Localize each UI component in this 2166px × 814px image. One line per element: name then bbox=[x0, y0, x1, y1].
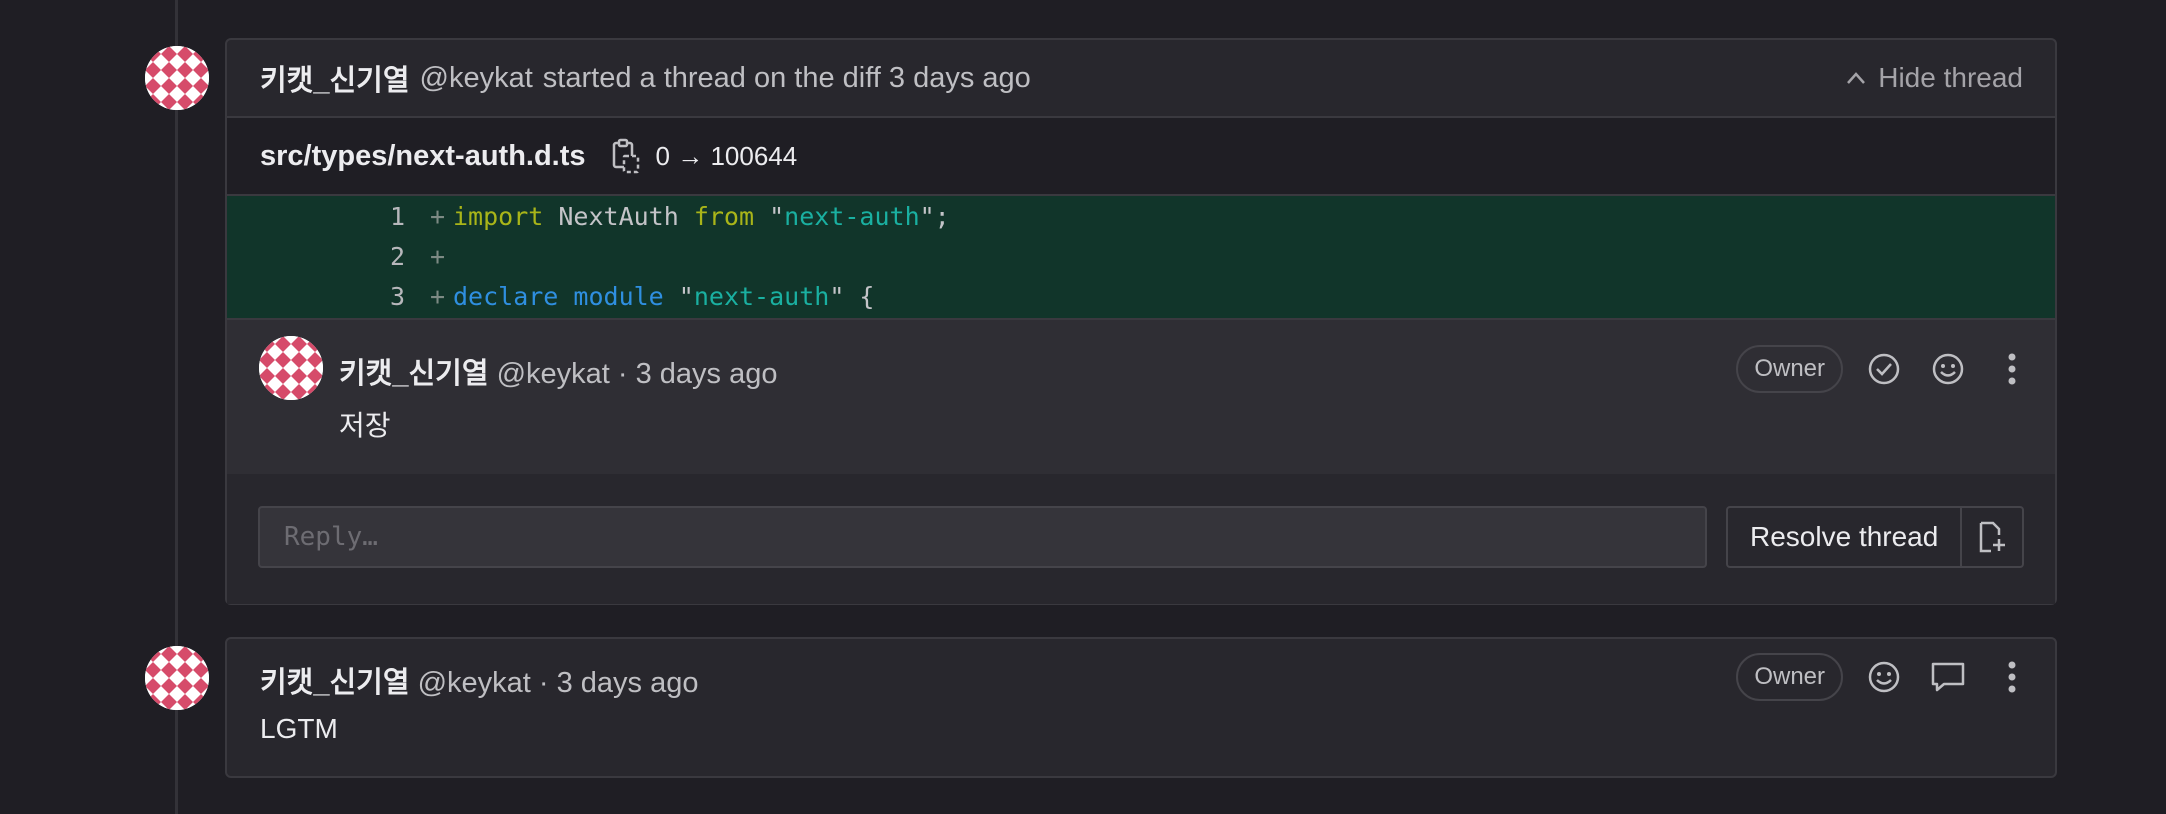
copy-path-icon[interactable] bbox=[610, 138, 640, 174]
comment-body: LGTM bbox=[260, 713, 338, 744]
file-path[interactable]: src/types/next-auth.d.ts bbox=[260, 140, 586, 173]
diff-file-header: src/types/next-auth.d.ts 0 → 100644 bbox=[227, 118, 2055, 196]
resolve-thread-button[interactable]: Resolve thread bbox=[1728, 508, 1963, 566]
reply-area: Resolve thread bbox=[227, 474, 2055, 604]
added-marker: + bbox=[429, 281, 445, 311]
avatar-pattern-icon bbox=[145, 646, 209, 710]
file-mode-change: 0 → 100644 bbox=[655, 140, 798, 171]
avatar[interactable] bbox=[259, 336, 323, 400]
owner-badge: Owner bbox=[1736, 653, 1843, 701]
author-name[interactable]: 키캣_신기열 bbox=[260, 667, 410, 699]
author-name[interactable]: 키캣_신기열 bbox=[260, 57, 410, 99]
author-name[interactable]: 키캣_신기열 bbox=[339, 358, 489, 390]
diff-code-block: 1 + import NextAuth from "next-auth"; 2 +3 + d… bbox=[227, 196, 2055, 320]
avatar[interactable] bbox=[145, 646, 209, 710]
emoji-reaction-icon[interactable] bbox=[1861, 654, 1907, 700]
thread-header: 키캣_신기열 @keykat started a thread on the d… bbox=[227, 40, 2055, 118]
comment-meta: @keykat · 3 days ago bbox=[417, 667, 699, 699]
comment-card: 키캣_신기열 @keykat · 3 days ago LGTM Owner bbox=[225, 637, 2057, 778]
reply-input[interactable] bbox=[258, 506, 1707, 568]
reply-comment-icon[interactable] bbox=[1925, 654, 1971, 700]
added-marker: + bbox=[429, 201, 445, 231]
avatar-pattern-icon bbox=[145, 46, 209, 110]
thread-action-text: started a thread on the diff 3 days ago bbox=[542, 61, 1031, 94]
note-actions: Owner bbox=[1736, 345, 2035, 393]
comment-actions: Owner bbox=[1736, 653, 2035, 701]
note-body: 저장 bbox=[339, 410, 391, 441]
added-marker: + bbox=[429, 241, 445, 271]
hide-thread-label: Hide thread bbox=[1878, 62, 2023, 93]
resolve-button-group: Resolve thread bbox=[1726, 506, 2025, 568]
line-number[interactable]: 3 bbox=[227, 282, 405, 311]
note-meta: @keykat · 3 days ago bbox=[496, 358, 778, 390]
author-handle[interactable]: @keykat bbox=[420, 62, 533, 95]
line-number[interactable]: 2 bbox=[227, 242, 405, 271]
more-options-icon[interactable] bbox=[1989, 654, 2035, 700]
diff-line: 2 + bbox=[227, 236, 2055, 276]
more-options-icon[interactable] bbox=[1989, 346, 2035, 392]
create-issue-icon[interactable] bbox=[1962, 508, 2022, 566]
note-header: 키캣_신기열 @keykat · 3 days ago bbox=[339, 350, 778, 392]
diff-line: 1 + import NextAuth from "next-auth"; bbox=[227, 196, 2055, 236]
chevron-up-icon bbox=[1847, 72, 1866, 84]
code-content: import NextAuth from "next-auth"; bbox=[453, 201, 950, 231]
hide-thread-button[interactable]: Hide thread bbox=[1846, 40, 2023, 116]
avatar-pattern-icon bbox=[259, 336, 323, 400]
resolve-check-icon[interactable] bbox=[1861, 346, 1907, 392]
code-content: declare module "next-auth" { bbox=[453, 281, 875, 311]
discussion-thread: 키캣_신기열 @keykat started a thread on the d… bbox=[225, 38, 2057, 605]
diff-line: 3 + declare module "next-auth" { bbox=[227, 276, 2055, 316]
emoji-reaction-icon[interactable] bbox=[1925, 346, 1971, 392]
owner-badge: Owner bbox=[1736, 345, 1843, 393]
line-number[interactable]: 1 bbox=[227, 202, 405, 231]
comment-header: 키캣_신기열 @keykat · 3 days ago bbox=[260, 659, 699, 701]
avatar[interactable] bbox=[145, 46, 209, 110]
thread-note: 키캣_신기열 @keykat · 3 days ago 저장 Owner bbox=[227, 320, 2055, 474]
